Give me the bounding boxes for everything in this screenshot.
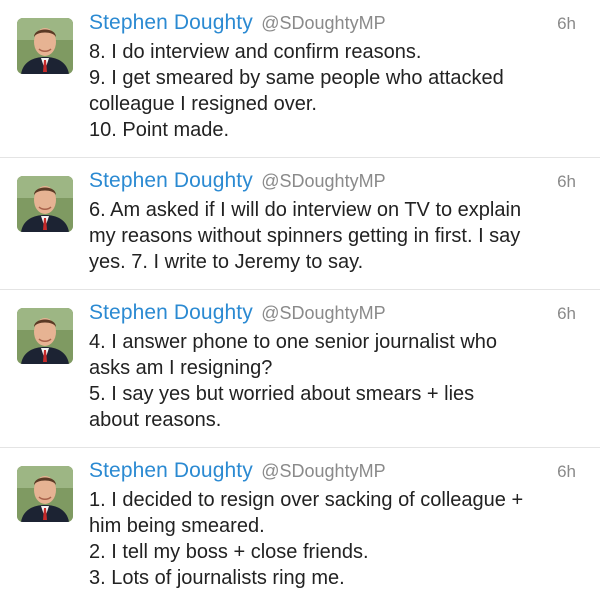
avatar[interactable] xyxy=(17,308,73,364)
tweet-text-line: 8. I do interview and confirm reasons. xyxy=(89,41,422,63)
tweet-text: 4. I answer phone to one senior journali… xyxy=(89,329,584,433)
profile-photo-icon xyxy=(17,466,73,522)
author-name[interactable]: Stephen Doughty xyxy=(89,301,253,324)
tweet-item[interactable]: Stephen Doughty @SDoughtyMP 6h 4. I answ… xyxy=(0,290,600,448)
tweet-timestamp: 6h xyxy=(557,14,576,33)
tweet-header: Stephen Doughty @SDoughtyMP 6h xyxy=(89,459,576,489)
tweet-text-line: 5. I say yes but worried about smears + … xyxy=(89,383,475,405)
tweet-header: Stephen Doughty @SDoughtyMP 6h xyxy=(89,169,576,199)
author-handle[interactable]: @SDoughtyMP xyxy=(261,171,385,191)
tweet-text-line: 10. Point made. xyxy=(89,119,230,141)
tweet-text-line: 1. I decided to resign over sacking of c… xyxy=(89,489,524,511)
avatar[interactable] xyxy=(17,176,73,232)
tweet-text-line: 6. Am asked if I will do interview on TV… xyxy=(89,199,522,221)
author-name[interactable]: Stephen Doughty xyxy=(89,459,253,482)
tweet-text: 6. Am asked if I will do interview on TV… xyxy=(89,197,584,275)
profile-photo-icon xyxy=(17,308,73,364)
author-name[interactable]: Stephen Doughty xyxy=(89,11,253,34)
tweet-text-line: colleague I resigned over. xyxy=(89,93,317,115)
tweet-text-line: him being smeared. xyxy=(89,515,265,537)
author-handle[interactable]: @SDoughtyMP xyxy=(261,461,385,481)
tweet-text-line: my reasons without spinners getting in f… xyxy=(89,225,521,247)
profile-photo-icon xyxy=(17,18,73,74)
tweet-text-line: 2. I tell my boss + close friends. xyxy=(89,541,369,563)
tweet-timestamp: 6h xyxy=(557,462,576,481)
tweet-feed: Stephen Doughty @SDoughtyMP 6h 8. I do i… xyxy=(0,0,600,604)
tweet-text-line: about reasons. xyxy=(89,409,222,431)
tweet-text-line: asks am I resigning? xyxy=(89,357,273,379)
tweet-text-line: 4. I answer phone to one senior journali… xyxy=(89,331,498,353)
tweet-text-line: yes. 7. I write to Jeremy to say. xyxy=(89,251,364,273)
tweet-header: Stephen Doughty @SDoughtyMP 6h xyxy=(89,11,576,41)
tweet-header: Stephen Doughty @SDoughtyMP 6h xyxy=(89,301,576,331)
author-handle[interactable]: @SDoughtyMP xyxy=(261,303,385,323)
profile-photo-icon xyxy=(17,176,73,232)
avatar[interactable] xyxy=(17,466,73,522)
tweet-item[interactable]: Stephen Doughty @SDoughtyMP 6h 1. I deci… xyxy=(0,448,600,604)
avatar[interactable] xyxy=(17,18,73,74)
tweet-text-line: 9. I get smeared by same people who atta… xyxy=(89,67,504,89)
tweet-item[interactable]: Stephen Doughty @SDoughtyMP 6h 6. Am ask… xyxy=(0,158,600,290)
author-name[interactable]: Stephen Doughty xyxy=(89,169,253,192)
author-handle[interactable]: @SDoughtyMP xyxy=(261,13,385,33)
tweet-timestamp: 6h xyxy=(557,172,576,191)
tweet-text: 8. I do interview and confirm reasons. 9… xyxy=(89,39,584,143)
tweet-timestamp: 6h xyxy=(557,304,576,323)
tweet-text: 1. I decided to resign over sacking of c… xyxy=(89,487,584,591)
tweet-item[interactable]: Stephen Doughty @SDoughtyMP 6h 8. I do i… xyxy=(0,0,600,158)
tweet-text-line: 3. Lots of journalists ring me. xyxy=(89,567,345,589)
